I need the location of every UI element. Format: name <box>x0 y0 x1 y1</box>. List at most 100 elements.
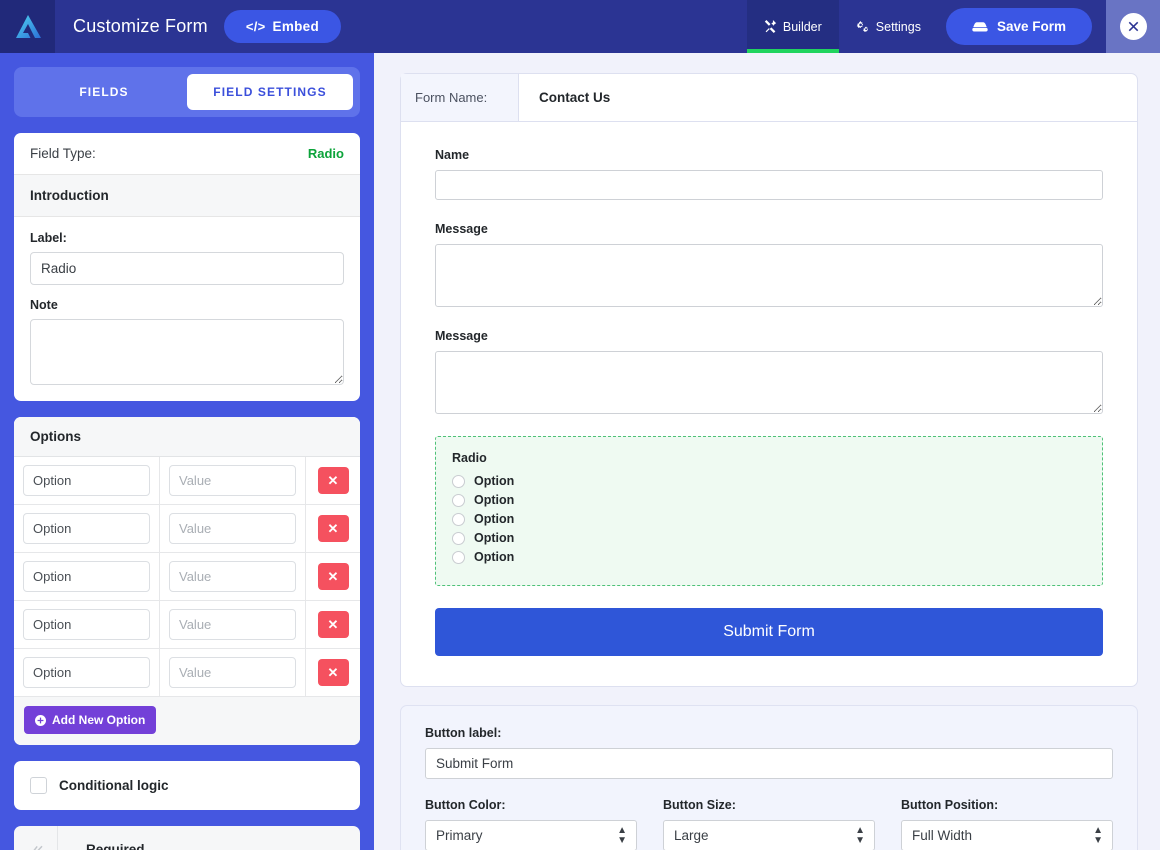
required-card[interactable]: Required <box>14 826 360 850</box>
tools-icon <box>764 20 777 33</box>
radio-option-label: Option <box>474 531 515 545</box>
header-left-area: Customize Form </> Embed <box>55 0 747 53</box>
radio-group-title: Radio <box>452 451 487 465</box>
option-row: ✕ <box>14 505 360 553</box>
option-name-input[interactable] <box>23 513 150 544</box>
preview-textarea[interactable] <box>435 351 1103 414</box>
button-position-select[interactable]: Full Width <box>901 820 1113 850</box>
option-name-input[interactable] <box>23 465 150 496</box>
option-name-input[interactable] <box>23 657 150 688</box>
note-textarea[interactable] <box>30 319 344 385</box>
button-size-label: Button Size: <box>663 798 736 812</box>
radio-field-group[interactable]: Radio Option Option Option Option Option <box>435 436 1103 586</box>
app-logo[interactable] <box>0 0 55 53</box>
close-button[interactable] <box>1119 13 1147 40</box>
radio-option[interactable]: Option <box>452 474 1086 488</box>
tab-builder[interactable]: Builder <box>746 0 839 53</box>
radio-option[interactable]: Option <box>452 531 1086 545</box>
preview-text-input[interactable] <box>435 170 1103 200</box>
option-name-cell <box>14 553 160 600</box>
option-value-cell <box>160 457 306 504</box>
delete-option-button[interactable]: ✕ <box>317 467 349 494</box>
button-position-col: Button Position: Full Width ▲ ▼ <box>901 798 1113 850</box>
radio-option-label: Option <box>474 493 515 507</box>
option-name-input[interactable] <box>23 609 150 640</box>
header-right-area: Builder Settings Save Form <box>746 0 1106 53</box>
option-name-input[interactable] <box>23 561 150 592</box>
option-delete-cell: ✕ <box>306 457 360 504</box>
radio-dot-icon[interactable] <box>452 550 465 564</box>
option-delete-cell: ✕ <box>306 505 360 552</box>
times-icon: ✕ <box>327 665 339 680</box>
field-type-row: Field Type: Radio <box>14 133 360 175</box>
button-label-label: Button label: <box>425 726 502 740</box>
save-disk-icon <box>972 21 988 31</box>
double-check-icon <box>28 845 43 850</box>
button-label-input[interactable] <box>425 748 1113 779</box>
tab-settings[interactable]: Settings <box>839 0 938 53</box>
option-name-cell <box>14 649 160 696</box>
radio-dot-icon[interactable] <box>452 474 465 488</box>
radio-dot-icon[interactable] <box>452 493 465 507</box>
delete-option-button[interactable]: ✕ <box>317 563 349 590</box>
introduction-section-header: Introduction <box>14 175 360 217</box>
options-rows: ✕ ✕ ✕ ✕ ✕ <box>14 457 360 697</box>
preview-fields: Name Message Message <box>435 148 1103 414</box>
button-color-select-wrap: Primary ▲ ▼ <box>425 820 637 850</box>
radio-option-label: Option <box>474 512 515 526</box>
radio-dot-icon[interactable] <box>452 531 465 545</box>
required-icon-cell <box>14 826 58 850</box>
save-form-label: Save Form <box>996 19 1066 34</box>
option-row: ✕ <box>14 553 360 601</box>
field-type-label: Field Type: <box>30 146 96 161</box>
delete-option-button[interactable]: ✕ <box>317 659 349 686</box>
form-name-row: Form Name: Contact Us <box>401 74 1137 122</box>
button-size-col: Button Size: Large ▲ ▼ <box>663 798 875 850</box>
form-fields-body: Name Message Message Radio Option Option Opt… <box>401 122 1137 686</box>
radio-dot-icon[interactable] <box>452 512 465 526</box>
radio-option[interactable]: Option <box>452 493 1086 507</box>
submit-form-button[interactable]: Submit Form <box>435 608 1103 656</box>
sidebar-tabbar: FIELDS FIELD SETTINGS <box>14 67 360 117</box>
add-new-option-label: Add New Option <box>52 713 146 727</box>
label-field-label: Label: <box>30 231 67 245</box>
add-new-option-button[interactable]: Add New Option <box>24 706 157 734</box>
option-value-input[interactable] <box>169 513 296 544</box>
sidebar-tab-fields[interactable]: FIELDS <box>21 74 187 110</box>
sidebar-tab-field-settings[interactable]: FIELD SETTINGS <box>187 74 353 110</box>
button-color-select[interactable]: Primary <box>425 820 637 850</box>
delete-option-button[interactable]: ✕ <box>317 515 349 542</box>
radio-option[interactable]: Option <box>452 512 1086 526</box>
option-value-input[interactable] <box>169 465 296 496</box>
conditional-logic-checkbox[interactable] <box>30 777 47 794</box>
save-form-button[interactable]: Save Form <box>945 8 1092 45</box>
tab-settings-label: Settings <box>875 19 921 34</box>
form-preview-area: Form Name: Contact Us Name Message Message… <box>374 53 1160 850</box>
preview-field-label: Name <box>435 148 470 162</box>
preview-field-group: Name <box>435 148 1103 200</box>
field-settings-card: Field Type: Radio Introduction Label: No… <box>14 133 360 401</box>
button-settings-grid: Button Color: Primary ▲ ▼ Button Size: L… <box>425 798 1113 850</box>
preview-field-group: Message <box>435 222 1103 307</box>
radio-option[interactable]: Option <box>452 550 1086 564</box>
radio-option-label: Option <box>474 474 515 488</box>
button-size-select[interactable]: Large <box>663 820 875 850</box>
close-column <box>1106 0 1160 53</box>
conditional-logic-card[interactable]: Conditional logic <box>14 761 360 810</box>
option-row: ✕ <box>14 457 360 505</box>
option-value-cell <box>160 649 306 696</box>
times-icon: ✕ <box>327 521 339 536</box>
delete-option-button[interactable]: ✕ <box>317 611 349 638</box>
option-name-cell <box>14 505 160 552</box>
times-icon: ✕ <box>327 617 339 632</box>
form-name-value[interactable]: Contact Us <box>519 74 630 121</box>
options-footer: Add New Option <box>14 697 360 745</box>
label-input[interactable] <box>30 252 344 285</box>
option-value-input[interactable] <box>169 657 296 688</box>
embed-button[interactable]: </> Embed <box>223 10 342 43</box>
option-value-input[interactable] <box>169 561 296 592</box>
preview-textarea[interactable] <box>435 244 1103 307</box>
option-value-input[interactable] <box>169 609 296 640</box>
times-icon: ✕ <box>327 473 339 488</box>
times-icon: ✕ <box>327 569 339 584</box>
